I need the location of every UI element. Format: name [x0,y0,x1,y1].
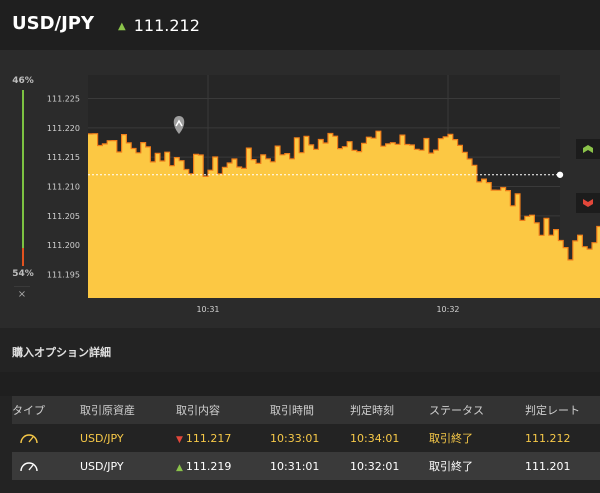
section-divider [0,372,600,396]
judge-time-cell: 10:34:01 [350,424,429,452]
type-cell [12,424,80,452]
col-judge-rate: 判定レート [525,396,600,424]
col-trade-time: 取引時間 [270,396,350,424]
entry-rate: 111.217 [185,431,232,445]
high-button[interactable] [576,139,600,159]
y-tick-label: 111.205 [47,212,80,221]
y-tick-label: 111.210 [47,183,80,192]
trade-time-cell: 10:31:01 [270,452,350,480]
x-tick-label: 10:31 [196,305,219,314]
col-asset: 取引原資産 [80,396,176,424]
up-arrow-icon: ▲ [176,462,183,473]
up-arrow-icon [583,145,593,153]
y-tick-label: 111.195 [47,271,80,280]
down-arrow-icon [583,199,593,207]
judge-rate-cell: 111.201 [525,452,600,480]
judge-rate-cell: 111.212 [525,424,600,452]
trade-time-cell: 10:33:01 [270,424,350,452]
status-cell: 取引終了 [429,452,525,480]
options-section-title: 購入オプション詳細 [12,346,111,359]
col-type: タイプ [12,396,80,424]
low-button[interactable] [576,193,600,213]
status-cell: 取引終了 [429,424,525,452]
gauge-icon [20,462,38,472]
current-rate-dot [556,171,564,178]
entry-rate: 111.219 [185,459,232,473]
options-table: タイプ 取引原資産 取引内容 取引時間 判定時刻 ステータス 判定レート USD… [12,396,600,480]
content-cell: ▲ 111.219 [176,452,270,480]
col-content: 取引内容 [176,396,270,424]
content-cell: ▼ 111.217 [176,424,270,452]
judge-time-cell: 10:32:01 [350,452,429,480]
type-cell [12,452,80,480]
y-tick-label: 111.225 [47,94,80,103]
col-status: ステータス [429,396,525,424]
table-row[interactable]: USD/JPY ▼ 111.217 10:33:01 10:34:01 取引終了 … [12,424,600,452]
col-judge-time: 判定時刻 [350,396,429,424]
x-tick-label: 10:32 [436,305,459,314]
asset-cell: USD/JPY [80,424,176,452]
price-chart: 111.225 111.220 111.215 111.210 111.205 111.2… [47,75,600,314]
y-tick-label: 111.200 [47,241,80,250]
gauge-icon [20,434,38,444]
down-arrow-icon: ▼ [176,434,183,445]
asset-cell: USD/JPY [80,452,176,480]
table-header-row: タイプ 取引原資産 取引内容 取引時間 判定時刻 ステータス 判定レート [12,396,600,424]
table-row[interactable]: USD/JPY ▲ 111.219 10:31:01 10:32:01 取引終了 … [12,452,600,480]
y-tick-label: 111.220 [47,124,80,133]
y-tick-label: 111.215 [47,153,80,162]
